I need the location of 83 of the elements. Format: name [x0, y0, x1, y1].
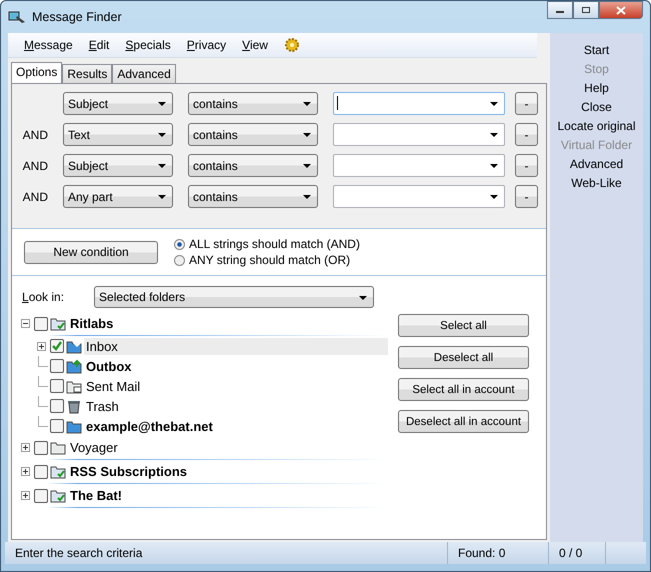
app-icon [8, 10, 26, 24]
expand-icon[interactable] [20, 443, 30, 452]
expand-icon[interactable] [20, 491, 30, 500]
collapse-icon[interactable] [20, 319, 30, 328]
tab[interactable]: Results [62, 64, 112, 83]
radio-button[interactable] [174, 254, 185, 266]
mail-folder-icon [50, 464, 66, 479]
checkbox[interactable] [50, 399, 64, 413]
sidebar-link[interactable]: Advanced [570, 157, 624, 171]
menu-item[interactable]: Message [24, 38, 73, 52]
mail-folder-icon [50, 488, 66, 503]
field-dropdown[interactable]: Text [63, 123, 173, 146]
tab[interactable]: Options [11, 62, 62, 83]
status-message: Enter the search criteria [5, 542, 448, 564]
checkbox[interactable] [34, 488, 48, 502]
checkbox[interactable] [50, 359, 64, 373]
folder-name[interactable]: Trash [84, 398, 121, 414]
inbox-icon [66, 338, 82, 354]
radio-label[interactable]: ANY string should match (OR) [189, 253, 350, 267]
remove-button[interactable]: - [515, 185, 538, 208]
trash-icon [66, 398, 82, 414]
expand-icon[interactable] [20, 467, 30, 476]
menu-item[interactable]: View [242, 38, 268, 52]
operator-dropdown[interactable]: contains [188, 92, 318, 115]
folder-icon [50, 440, 66, 455]
folder-name[interactable]: Outbox [84, 358, 134, 374]
sidebar-link[interactable]: Close [581, 100, 612, 114]
tree-action-button[interactable]: Deselect all [398, 346, 529, 369]
maximize-button[interactable] [573, 1, 599, 19]
close-icon [616, 6, 626, 14]
menu-item[interactable]: Specials [125, 38, 171, 52]
checkbox[interactable] [50, 419, 64, 433]
folder-name[interactable]: Sent Mail [84, 378, 142, 394]
field-dropdown[interactable]: Subject [63, 154, 173, 177]
checkbox[interactable] [50, 379, 64, 393]
tree-action-button[interactable]: Select all [398, 314, 529, 337]
checkbox[interactable] [34, 316, 48, 330]
look-in-label: Look in: [22, 290, 64, 304]
new-condition-button[interactable]: New condition [24, 240, 158, 264]
folder-name[interactable]: The Bat! [68, 487, 124, 504]
and-label: AND [22, 190, 48, 204]
gear-icon[interactable] [284, 37, 300, 53]
sidebar-link[interactable]: Locate original [557, 119, 636, 133]
expand-icon[interactable] [36, 342, 46, 350]
sidebar-link[interactable]: Start [584, 43, 610, 57]
folder-name[interactable]: example@thebat.net [84, 418, 215, 434]
sidebar-link[interactable]: Web-Like [571, 176, 622, 190]
tree-action-button[interactable]: Select all in account [398, 378, 529, 401]
remove-button[interactable]: - [515, 92, 538, 115]
checkbox[interactable] [34, 440, 48, 454]
close-button[interactable] [599, 1, 643, 19]
menu-item[interactable]: Privacy [186, 38, 226, 52]
mail-folder-icon [50, 316, 66, 331]
folder-name[interactable]: Voyager [68, 439, 120, 456]
tree-action-button[interactable]: Deselect all in account [398, 410, 529, 433]
found-count: Found: 0 [448, 542, 549, 564]
maximize-icon [581, 6, 591, 14]
sidebar-link[interactable]: Help [584, 81, 609, 95]
remove-button[interactable]: - [515, 154, 538, 177]
minimize-button[interactable] [547, 1, 573, 19]
menu-item[interactable]: Edit [88, 38, 110, 52]
operator-dropdown[interactable]: contains [188, 154, 318, 177]
and-label: AND [22, 128, 48, 142]
radio-button[interactable] [174, 238, 185, 250]
operator-dropdown[interactable]: contains [188, 185, 318, 208]
checkbox[interactable] [50, 339, 64, 353]
tab[interactable]: Advanced [112, 64, 176, 83]
folder-name[interactable]: Ritlabs [68, 315, 116, 332]
look-in-dropdown[interactable]: Selected folders [94, 286, 374, 308]
folder-name[interactable]: RSS Subscriptions [68, 463, 190, 480]
and-label: AND [22, 158, 48, 172]
operator-dropdown[interactable]: contains [188, 123, 318, 146]
outbox-icon [66, 358, 82, 374]
checkbox[interactable] [34, 464, 48, 478]
field-dropdown[interactable]: Subject [63, 92, 173, 115]
window-title: Message Finder [32, 10, 122, 24]
position-count: 0 / 0 [549, 542, 606, 564]
remove-button[interactable]: - [515, 123, 538, 146]
folder-icon [66, 418, 82, 434]
radio-label[interactable]: ALL strings should match (AND) [189, 237, 360, 251]
field-dropdown[interactable]: Any part [63, 185, 173, 208]
sent-folder-icon [66, 378, 82, 394]
folder-name[interactable]: Inbox [84, 338, 388, 354]
